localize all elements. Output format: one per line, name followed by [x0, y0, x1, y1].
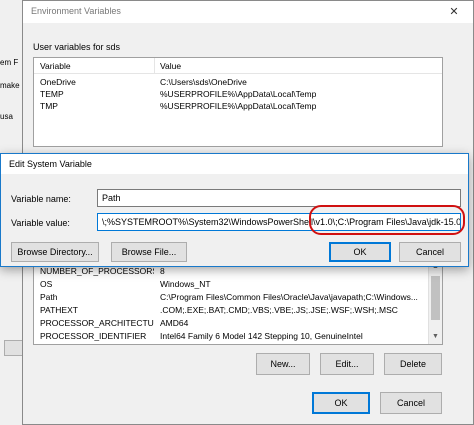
header-divider — [34, 73, 442, 74]
table-row[interactable]: TMP %USERPROFILE%\AppData\Local\Temp — [34, 100, 442, 112]
table-row[interactable]: OneDrive C:\Users\sds\OneDrive — [34, 76, 442, 88]
delete-button[interactable]: Delete — [384, 353, 442, 375]
variable-value-label: Variable value: — [11, 218, 70, 228]
value-cell: C:\Program Files\Common Files\Oracle\Jav… — [160, 292, 418, 302]
user-variables-label: User variables for sds — [33, 42, 121, 52]
column-header-value[interactable]: Value — [160, 61, 181, 71]
value-cell: .COM;.EXE;.BAT;.CMD;.VBS;.VBE;.JS;.JSE;.… — [160, 305, 398, 315]
value-cell: %USERPROFILE%\AppData\Local\Temp — [160, 101, 317, 111]
value-cell: Intel64 Family 6 Model 142 Stepping 10, … — [160, 331, 363, 341]
table-row[interactable]: Path C:\Program Files\Common Files\Oracl… — [34, 291, 442, 303]
scrollbar-thumb[interactable] — [431, 276, 440, 320]
variable-cell: TMP — [40, 101, 58, 111]
column-divider — [154, 58, 155, 73]
system-variables-list[interactable]: NUMBER_OF_PROCESSORS 8 OS Windows_NT Pat… — [33, 261, 443, 345]
table-row[interactable]: PROCESSOR_IDENTIFIER Intel64 Family 6 Mo… — [34, 330, 442, 342]
background-button — [4, 340, 24, 356]
ok-button[interactable]: OK — [329, 242, 391, 262]
value-cell: C:\Users\sds\OneDrive — [160, 77, 247, 87]
user-variables-list[interactable]: Variable Value OneDrive C:\Users\sds\One… — [33, 57, 443, 147]
vertical-scrollbar[interactable]: ▲ ▼ — [428, 262, 442, 344]
value-cell: AMD64 — [160, 318, 189, 328]
title-bar: Environment Variables ✕ — [23, 1, 473, 23]
title-bar: Edit System Variable — [1, 154, 468, 174]
column-header-variable[interactable]: Variable — [40, 61, 71, 71]
table-row[interactable]: PROCESSOR_ARCHITECTURE AMD64 — [34, 317, 442, 329]
value-cell: Windows_NT — [160, 279, 211, 289]
variable-cell: PROCESSOR_ARCHITECTURE — [40, 318, 154, 328]
browse-directory-button[interactable]: Browse Directory... — [11, 242, 99, 262]
edit-button[interactable]: Edit... — [320, 353, 374, 375]
variable-cell: PROCESSOR_IDENTIFIER — [40, 331, 147, 341]
variable-cell: TEMP — [40, 89, 64, 99]
close-icon[interactable]: ✕ — [441, 4, 467, 20]
scroll-down-icon[interactable]: ▼ — [429, 333, 442, 340]
variable-cell: Path — [40, 292, 58, 302]
variable-name-label: Variable name: — [11, 194, 71, 204]
cancel-button[interactable]: Cancel — [399, 242, 461, 262]
variable-cell: PATHEXT — [40, 305, 78, 315]
variable-cell: OS — [40, 279, 53, 289]
table-row[interactable]: PATHEXT .COM;.EXE;.BAT;.CMD;.VBS;.VBE;.J… — [34, 304, 442, 316]
table-row[interactable]: OS Windows_NT — [34, 278, 442, 290]
window-title: Environment Variables — [31, 6, 121, 16]
edit-system-variable-dialog: Edit System Variable Variable name: Path… — [0, 153, 469, 267]
red-highlight-annotation — [309, 205, 465, 235]
browse-file-button[interactable]: Browse File... — [111, 242, 187, 262]
dialog-title: Edit System Variable — [9, 159, 92, 169]
ok-button[interactable]: OK — [312, 392, 370, 414]
value-cell: %USERPROFILE%\AppData\Local\Temp — [160, 89, 317, 99]
variable-cell: OneDrive — [40, 77, 76, 87]
table-row[interactable]: TEMP %USERPROFILE%\AppData\Local\Temp — [34, 88, 442, 100]
new-button[interactable]: New... — [256, 353, 310, 375]
cancel-button[interactable]: Cancel — [380, 392, 442, 414]
